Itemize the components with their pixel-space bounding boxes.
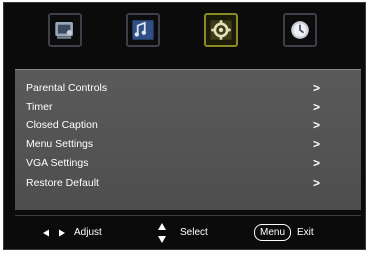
osd-menu-screen: Parental Controls > Timer > Closed Capti… [3, 2, 366, 250]
tab-clock[interactable] [283, 13, 317, 47]
select-hint-label: Select [180, 227, 208, 238]
menu-item-label: Closed Caption [26, 119, 98, 131]
menu-list: Parental Controls > Timer > Closed Capti… [15, 69, 361, 210]
up-down-arrows-icon [158, 223, 166, 243]
menu-item-label: Restore Default [26, 177, 99, 189]
chevron-right-icon: > [313, 118, 321, 132]
menu-item-label: Parental Controls [26, 82, 108, 94]
chevron-right-icon: > [313, 81, 321, 95]
menu-item-timer[interactable]: Timer > [15, 98, 361, 116]
menu-item-restore-default[interactable]: Restore Default > [15, 174, 361, 192]
clock-icon [291, 21, 309, 39]
menu-item-label: Menu Settings [26, 138, 94, 150]
exit-hint-label: Exit [297, 227, 314, 238]
setup-icon [210, 20, 232, 40]
menu-item-menu-settings[interactable]: Menu Settings > [15, 135, 361, 153]
footer-divider [15, 215, 361, 216]
menu-tab-bar [4, 3, 365, 69]
menu-item-closed-caption[interactable]: Closed Caption > [15, 116, 361, 134]
menu-key-badge: Menu [254, 224, 292, 241]
chevron-right-icon: > [313, 137, 321, 151]
key-hint-bar: Adjust Select Menu Exit [4, 217, 365, 251]
left-right-arrows-icon [43, 229, 65, 237]
chevron-right-icon: > [313, 156, 321, 170]
picture-icon [55, 22, 73, 39]
menu-item-label: Timer [26, 101, 53, 113]
sound-icon [132, 20, 154, 40]
chevron-right-icon: > [313, 100, 321, 114]
menu-item-label: VGA Settings [26, 157, 89, 169]
tab-sound[interactable] [126, 13, 160, 47]
adjust-hint-label: Adjust [74, 227, 102, 238]
tab-setup[interactable] [204, 13, 238, 47]
menu-item-parental-controls[interactable]: Parental Controls > [15, 79, 361, 97]
menu-item-vga-settings[interactable]: VGA Settings > [15, 154, 361, 172]
tab-picture[interactable] [48, 13, 82, 47]
chevron-right-icon: > [313, 176, 321, 190]
